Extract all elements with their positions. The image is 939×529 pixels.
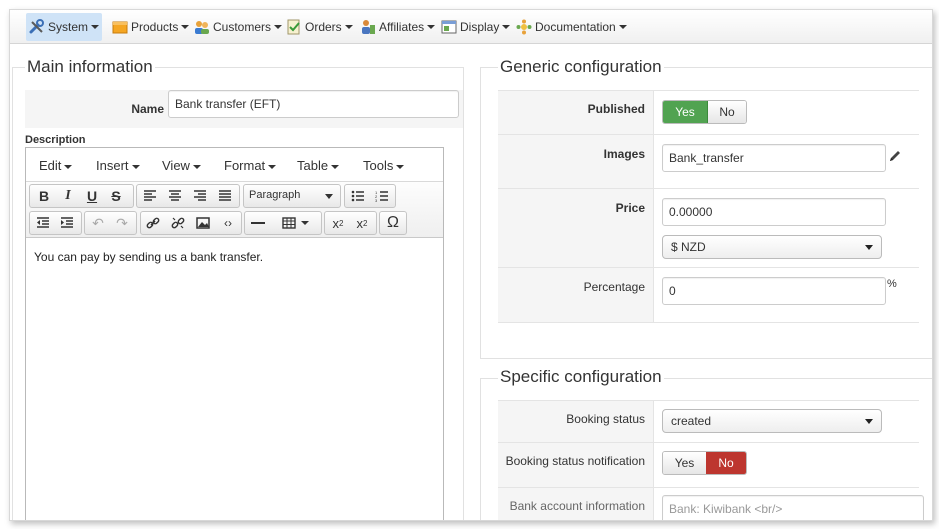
nav-display-label: Display xyxy=(460,20,500,34)
link-icon[interactable] xyxy=(142,212,164,234)
editor-toolbar: B I U S Paragraph 123 ↶ ↷ ‹› x 2 x 2 Ω xyxy=(26,182,443,238)
nav-orders[interactable]: Orders xyxy=(283,13,356,41)
nav-customers[interactable]: Customers xyxy=(191,13,285,41)
table-icon[interactable] xyxy=(272,212,318,234)
align-justify-icon[interactable] xyxy=(214,185,236,207)
align-left-icon[interactable] xyxy=(139,185,161,207)
nav-affiliates[interactable]: Affiliates xyxy=(357,13,438,41)
undo-icon[interactable]: ↶ xyxy=(87,212,109,234)
price-label: Price xyxy=(615,201,645,215)
generic-configuration-legend: Generic configuration xyxy=(498,57,664,77)
underline-icon[interactable]: U xyxy=(81,185,103,207)
main-information-legend: Main information xyxy=(25,57,155,77)
booking-status-label: Booking status xyxy=(566,412,645,426)
published-yes-button[interactable]: Yes xyxy=(663,101,708,123)
svg-text:3: 3 xyxy=(375,198,378,202)
editor-menu-insert[interactable]: Insert xyxy=(96,158,140,173)
name-label: Name xyxy=(131,102,164,116)
documentation-icon xyxy=(516,19,532,35)
notification-yes-button[interactable]: Yes xyxy=(663,452,706,474)
admin-window: System Products Customers Orders Affilia… xyxy=(9,9,933,521)
bank-account-information-label: Bank account information xyxy=(509,499,645,513)
users-icon xyxy=(194,19,210,35)
horizontal-rule-icon[interactable] xyxy=(247,212,269,234)
redo-icon[interactable]: ↷ xyxy=(111,212,133,234)
percentage-label: Percentage xyxy=(583,280,645,294)
nav-products[interactable]: Products xyxy=(109,13,192,41)
booking-status-select[interactable]: created xyxy=(662,409,882,433)
nav-orders-label: Orders xyxy=(305,20,342,34)
top-nav: System Products Customers Orders Affilia… xyxy=(10,10,932,44)
description-label: Description xyxy=(25,134,86,146)
nav-customers-label: Customers xyxy=(213,20,272,34)
nav-documentation-label: Documentation xyxy=(535,20,616,34)
wrench-icon xyxy=(29,19,45,35)
strikethrough-icon[interactable]: S xyxy=(105,185,127,207)
editor-menu-format[interactable]: Format xyxy=(224,158,277,173)
align-right-icon[interactable] xyxy=(189,185,211,207)
chevron-down-icon xyxy=(325,194,333,199)
align-center-icon[interactable] xyxy=(164,185,186,207)
currency-select[interactable]: $ NZD xyxy=(662,235,882,259)
subscript-icon[interactable]: x2 xyxy=(327,212,349,234)
booking-status-notification-label: Booking status notification xyxy=(505,454,645,468)
images-label: Images xyxy=(603,147,645,161)
nav-system-label: System xyxy=(48,20,89,34)
images-input[interactable]: Bank_transfer xyxy=(662,144,886,172)
nav-documentation[interactable]: Documentation xyxy=(513,13,630,41)
chevron-down-icon xyxy=(865,244,873,250)
image-icon[interactable] xyxy=(192,212,214,234)
superscript-icon[interactable]: x2 xyxy=(351,212,373,234)
nav-products-label: Products xyxy=(131,20,179,34)
editor-menu-view[interactable]: View xyxy=(162,158,201,173)
editor-content-text: You can pay by sending us a bank transfe… xyxy=(34,250,264,264)
booking-status-notification-toggle[interactable]: Yes No xyxy=(662,451,747,475)
indent-icon[interactable] xyxy=(56,212,78,234)
percentage-input[interactable]: 0 xyxy=(662,277,886,305)
affiliates-icon xyxy=(360,19,376,35)
bullet-list-icon[interactable] xyxy=(347,185,369,207)
notification-no-button[interactable]: No xyxy=(706,452,746,474)
published-label: Published xyxy=(587,102,645,116)
bold-icon[interactable]: B xyxy=(33,185,55,207)
nav-display[interactable]: Display xyxy=(438,13,513,41)
price-input[interactable]: 0.00000 xyxy=(662,198,886,226)
editor-content[interactable]: You can pay by sending us a bank transfe… xyxy=(26,238,443,520)
pencil-icon[interactable] xyxy=(888,149,902,166)
code-icon[interactable]: ‹› xyxy=(217,212,239,234)
editor-menu-tools[interactable]: Tools xyxy=(363,158,405,173)
percentage-unit: % xyxy=(887,278,897,290)
format-select-value: Paragraph xyxy=(249,189,301,201)
unlink-icon[interactable] xyxy=(167,212,189,234)
nav-affiliates-label: Affiliates xyxy=(379,20,425,34)
chevron-down-icon xyxy=(865,418,873,424)
name-input[interactable]: Bank transfer (EFT) xyxy=(168,90,459,118)
display-icon xyxy=(441,19,457,35)
italic-icon[interactable]: I xyxy=(57,185,79,207)
published-no-button[interactable]: No xyxy=(708,101,746,123)
currency-select-value: $ NZD xyxy=(671,240,706,254)
orders-icon xyxy=(286,19,302,35)
rich-text-editor: Edit Insert View Format Table Tools B I … xyxy=(25,147,444,520)
bank-account-information-input[interactable]: Bank: Kiwibank <br/> xyxy=(662,495,924,520)
published-toggle[interactable]: Yes No xyxy=(662,100,747,124)
specific-configuration-legend: Specific configuration xyxy=(498,367,664,387)
numbered-list-icon[interactable]: 123 xyxy=(371,185,393,207)
booking-status-select-value: created xyxy=(671,414,712,428)
special-character-icon[interactable]: Ω xyxy=(382,212,404,234)
editor-menu-table[interactable]: Table xyxy=(297,158,340,173)
editor-menubar: Edit Insert View Format Table Tools xyxy=(26,148,443,182)
outdent-icon[interactable] xyxy=(32,212,54,234)
editor-menu-edit[interactable]: Edit xyxy=(39,158,73,173)
box-icon xyxy=(112,19,128,35)
nav-system[interactable]: System xyxy=(26,13,103,41)
